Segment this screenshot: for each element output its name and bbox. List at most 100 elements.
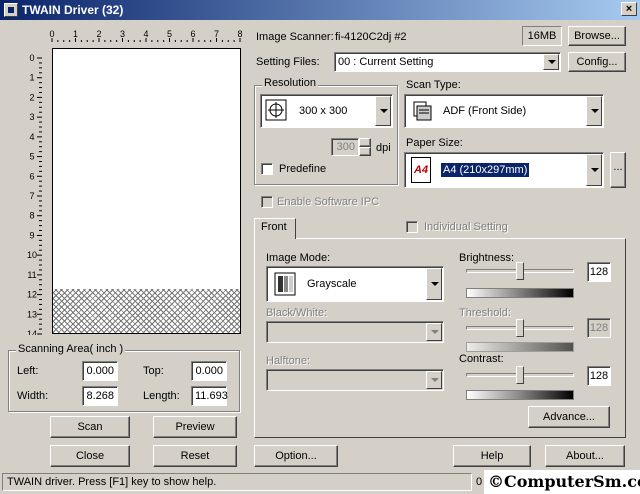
width-field[interactable]: 8.268: [82, 386, 118, 406]
image-scanner-value: fi-4120C2dj #2: [335, 31, 407, 43]
brightness-slider-thumb[interactable]: [516, 262, 524, 280]
dpi-down-button: [359, 147, 371, 156]
scanner-resolution-icon: [264, 98, 290, 124]
chevron-down-icon[interactable]: [586, 96, 602, 126]
close-button[interactable]: Close: [50, 445, 130, 467]
tab-front-label: Front: [261, 221, 287, 233]
paper-icon-text: A4: [414, 164, 429, 176]
grayscale-mode-icon: [273, 271, 299, 297]
enable-ipc-label: Enable Software IPC: [277, 196, 380, 208]
paper-size-combo[interactable]: A4 A4 (210x297mm): [404, 152, 604, 188]
paper-size-more-button[interactable]: ...: [610, 152, 626, 188]
scanning-area-label: Scanning Area( inch ): [16, 343, 126, 355]
chevron-down-icon[interactable]: [586, 154, 602, 186]
status-bar: TWAIN driver. Press [F1] key to show hel…: [2, 473, 472, 491]
individual-setting-label: Individual Setting: [424, 221, 508, 233]
chevron-down-icon[interactable]: [375, 96, 391, 126]
setting-files-combo[interactable]: 00 : Current Setting: [334, 52, 561, 72]
ruler-tick-label: 14: [27, 329, 37, 335]
paper-size-value: A4 (210x297mm): [441, 163, 530, 177]
ruler-tick-label: 2: [29, 92, 34, 102]
ruler-tick-label: 1: [73, 29, 78, 39]
paper-a4-icon: A4: [411, 157, 431, 183]
about-button[interactable]: About...: [545, 445, 625, 467]
ruler-tick-label: 8: [29, 211, 34, 221]
width-label: Width:: [17, 390, 49, 402]
ruler-tick-label: 3: [120, 29, 125, 39]
threshold-field: 128: [587, 318, 611, 338]
browse-button[interactable]: Browse...: [568, 26, 626, 46]
preview-out-of-area: [53, 289, 240, 333]
config-button[interactable]: Config...: [568, 52, 626, 72]
scan-button[interactable]: Scan: [50, 416, 130, 438]
ruler-horizontal: 0 1 2 3 4 5 6 7 8: [40, 28, 244, 42]
image-mode-value: Grayscale: [307, 278, 357, 290]
scan-type-value: ADF (Front Side): [443, 105, 527, 117]
ruler-tick-label: 4: [143, 29, 148, 39]
ruler-tick-label: 3: [29, 112, 34, 122]
top-label: Top:: [143, 365, 164, 377]
brightness-label: Brightness:: [459, 252, 515, 264]
ruler-tick-label: 0: [29, 53, 34, 63]
option-button[interactable]: Option...: [254, 445, 338, 467]
contrast-field[interactable]: 128: [587, 366, 611, 386]
contrast-label: Contrast:: [459, 353, 504, 365]
ruler-tick-label: 0: [49, 29, 54, 39]
scan-type-combo[interactable]: ADF (Front Side): [404, 94, 604, 128]
ruler-tick-label: 11: [27, 270, 36, 280]
threshold-slider-thumb: [516, 319, 524, 337]
app-icon[interactable]: [4, 3, 18, 17]
ruler-tick-label: 1: [29, 73, 34, 83]
status-extra: 0: [476, 476, 483, 488]
image-scanner-label: Image Scanner:: [256, 31, 334, 43]
halftone-label: Halftone:: [266, 355, 311, 367]
ruler-tick-label: 7: [29, 191, 34, 201]
left-field[interactable]: 0.000: [82, 361, 118, 381]
status-text: TWAIN driver. Press [F1] key to show hel…: [7, 476, 217, 488]
advance-button[interactable]: Advance...: [528, 406, 610, 428]
ruler-tick-label: 10: [27, 250, 37, 260]
paper-size-label: Paper Size:: [406, 137, 463, 149]
ruler-tick-label: 7: [214, 29, 219, 39]
black-white-combo: [266, 321, 444, 343]
contrast-gradient: [466, 390, 574, 400]
ruler-vertical: 0 1 2 3 4 5 6 7 8 9 10 11 12 13 14: [24, 50, 42, 339]
black-white-label: Black/White:: [266, 307, 328, 319]
brightness-field[interactable]: 128: [587, 262, 611, 282]
reset-button[interactable]: Reset: [153, 445, 237, 467]
resolution-combo[interactable]: 300 x 300: [260, 94, 393, 128]
title-bar: TWAIN Driver (32) ×: [0, 0, 640, 20]
chevron-down-icon: [426, 323, 442, 341]
help-button[interactable]: Help: [453, 445, 531, 467]
setting-files-label: Setting Files:: [256, 56, 320, 68]
ruler-tick-label: 6: [190, 29, 195, 39]
ruler-tick-label: 9: [29, 230, 34, 240]
predefine-checkbox[interactable]: [261, 163, 273, 175]
ruler-tick-label: 4: [29, 132, 34, 142]
tab-front[interactable]: Front: [254, 218, 296, 239]
dpi-unit: dpi: [376, 142, 391, 154]
ruler-tick-label: 6: [29, 171, 34, 181]
close-window-button[interactable]: ×: [621, 2, 637, 16]
setting-files-value: 00 : Current Setting: [338, 56, 434, 68]
length-label: Length:: [143, 390, 180, 402]
chevron-down-icon: [426, 371, 442, 389]
ruler-tick-label: 5: [29, 152, 34, 162]
contrast-slider-thumb[interactable]: [516, 366, 524, 384]
resolution-label: Resolution: [262, 77, 318, 89]
predefine-label: Predefine: [279, 163, 327, 175]
left-label: Left:: [17, 365, 39, 377]
adf-scanner-icon: [411, 98, 437, 124]
image-mode-combo[interactable]: Grayscale: [266, 266, 444, 302]
window-title: TWAIN Driver (32): [22, 3, 124, 17]
chevron-down-icon[interactable]: [543, 54, 559, 70]
top-field[interactable]: 0.000: [191, 361, 227, 381]
resolution-value: 300 x 300: [299, 105, 348, 117]
preview-button[interactable]: Preview: [153, 416, 237, 438]
scan-type-label: Scan Type:: [406, 79, 461, 91]
ruler-tick-label: 8: [237, 29, 242, 39]
enable-ipc-checkbox: [261, 196, 273, 208]
length-field[interactable]: 11.693: [191, 386, 228, 406]
image-mode-label: Image Mode:: [266, 252, 331, 264]
chevron-down-icon[interactable]: [426, 268, 442, 300]
